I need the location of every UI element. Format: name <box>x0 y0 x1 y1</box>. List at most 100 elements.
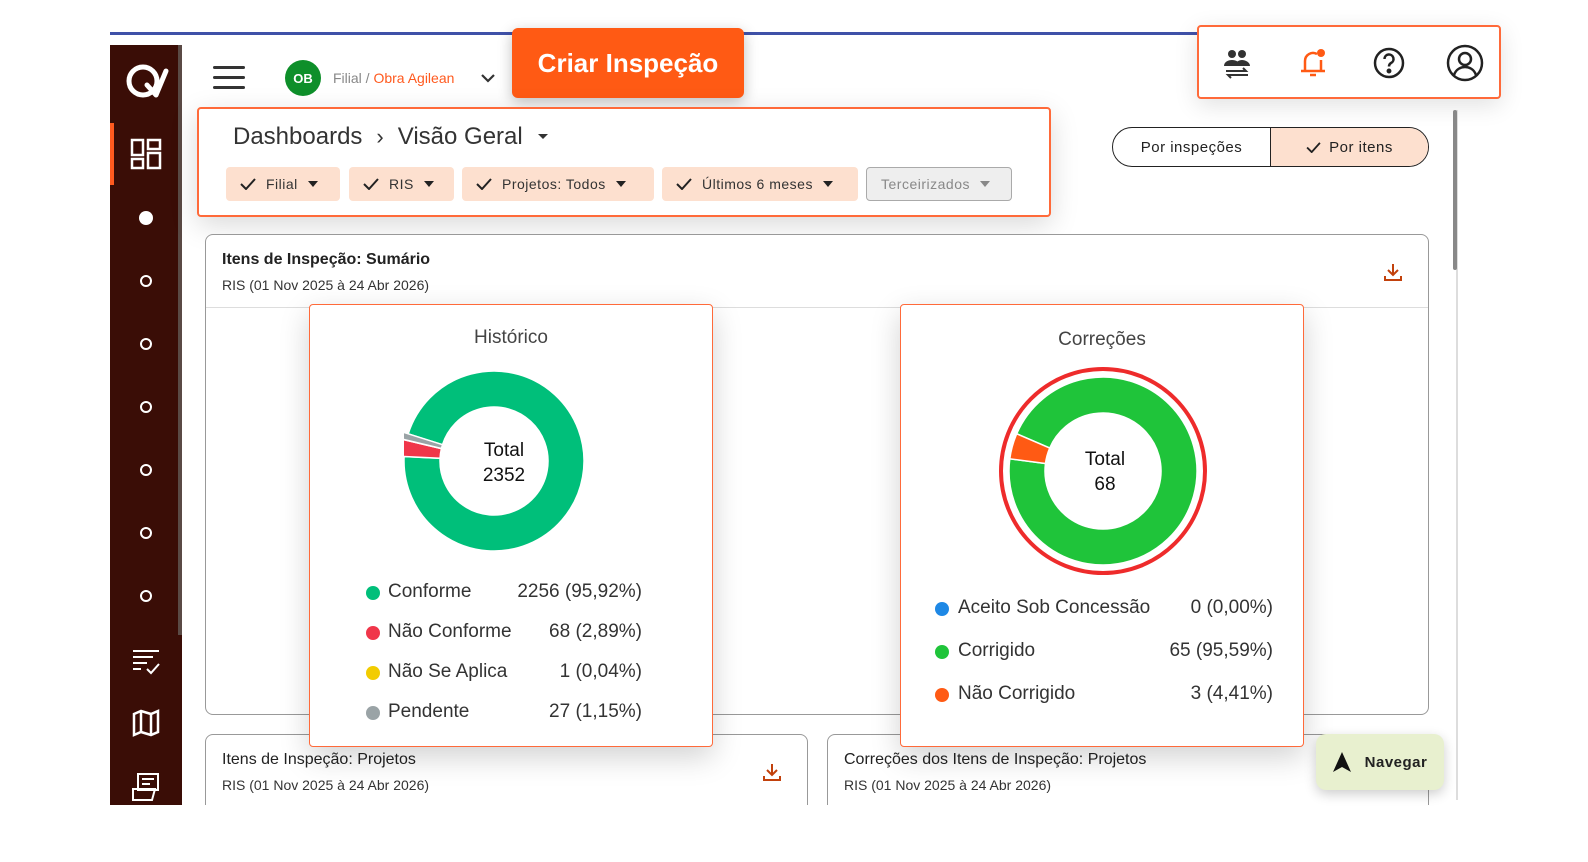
chevron-down-icon[interactable] <box>478 68 498 88</box>
panel-title: Itens de Inspeção: Projetos <box>222 751 416 768</box>
legend-label: Aceito Sob Concessão <box>958 597 1151 618</box>
total-value: 2352 <box>482 465 526 486</box>
panel-subtitle: RIS (01 Nov 2025 à 24 Abr 2026) <box>222 277 430 293</box>
navigate-button[interactable]: Navegar <box>1316 734 1444 790</box>
total-label: Total <box>483 440 525 461</box>
legend-swatch <box>935 602 949 616</box>
sidebar <box>110 45 182 805</box>
chevron-right-icon: › <box>376 124 384 149</box>
account-icon[interactable] <box>1445 43 1485 83</box>
legend-value: 0 (0,00%) <box>1190 597 1273 618</box>
filter-chip-projetos[interactable]: Projetos: Todos <box>462 167 654 201</box>
legend-swatch <box>935 645 949 659</box>
toggle-label: Por itens <box>1329 138 1393 156</box>
toggle-label: Por inspeções <box>1140 138 1243 156</box>
dashboard-filter-bar: Dashboards › Visão Geral Filial RIS Proj… <box>197 107 1051 217</box>
toggle-por-itens[interactable]: Por itens <box>1270 128 1428 166</box>
filter-chip-label: RIS <box>389 176 414 192</box>
legend-value: 68 (2,89%) <box>549 621 642 642</box>
check-icon <box>476 178 492 190</box>
navigate-label: Navegar <box>1364 753 1428 771</box>
breadcrumb-root[interactable]: Dashboards <box>233 123 362 151</box>
app-screen: OB Filial / Obra Agilean Criar Inspeção <box>0 0 1588 862</box>
obra-label: Obra Agilean <box>373 70 455 86</box>
panel-subtitle: RIS (01 Nov 2025 à 24 Abr 2026) <box>222 777 430 793</box>
dashboard-icon[interactable] <box>128 136 164 172</box>
toggle-por-inspecoes[interactable]: Por inspeções <box>1113 128 1270 166</box>
filter-chip-label: Terceirizados <box>881 176 970 192</box>
legend-label: Pendente <box>388 701 470 722</box>
caret-down-icon[interactable] <box>537 133 549 141</box>
sidebar-active-indicator <box>110 123 114 185</box>
legend-item[interactable]: Não Se Aplica 1 (0,04%) <box>310 658 712 688</box>
chart-title: Histórico <box>474 327 548 348</box>
download-icon[interactable] <box>1382 261 1404 283</box>
caret-down-icon <box>822 181 833 187</box>
content-scrollbar[interactable] <box>1453 110 1457 270</box>
legend-swatch <box>366 586 380 600</box>
project-avatar[interactable]: OB <box>285 60 321 96</box>
project-breadcrumb[interactable]: Filial / Obra Agilean <box>333 70 454 86</box>
sidebar-step-dot[interactable] <box>140 590 152 602</box>
sidebar-step-dot[interactable] <box>140 464 152 476</box>
map-icon[interactable] <box>128 705 164 741</box>
donut-center: Total 2352 <box>454 438 554 488</box>
help-icon[interactable] <box>1369 43 1409 83</box>
correcoes-card: Correções Total 68 Aceito Sob Concessão 0… <box>900 304 1304 747</box>
filter-chip-label: Últimos 6 meses <box>702 176 813 192</box>
panel-title: Correções dos Itens de Inspeção: Projeto… <box>844 751 1147 768</box>
menu-hamburger-icon[interactable] <box>213 66 245 90</box>
legend-item[interactable]: Aceito Sob Concessão 0 (0,00%) <box>901 594 1303 624</box>
sidebar-step-dot-active[interactable] <box>139 211 153 225</box>
legend-label: Não Se Aplica <box>388 661 508 682</box>
bell-alert-icon[interactable] <box>1293 43 1333 83</box>
total-label: Total <box>1084 449 1126 470</box>
legend-value: 1 (0,04%) <box>559 661 642 682</box>
check-icon <box>676 178 692 190</box>
legend-value: 27 (1,15%) <box>549 701 642 722</box>
bottom-fade <box>0 805 1588 862</box>
legend-label: Não Corrigido <box>958 683 1076 704</box>
sidebar-step-dot[interactable] <box>140 401 152 413</box>
legend-item[interactable]: Corrigido 65 (95,59%) <box>901 637 1303 667</box>
legend-item[interactable]: Não Conforme 68 (2,89%) <box>310 618 712 648</box>
filter-chip-ris[interactable]: RIS <box>349 167 454 201</box>
caret-down-icon <box>423 181 434 187</box>
donut-center: Total 68 <box>1055 447 1155 497</box>
download-icon[interactable] <box>761 761 783 783</box>
filter-chip-label: Filial <box>266 176 298 192</box>
sidebar-scrollbar[interactable] <box>178 45 182 635</box>
legend-item[interactable]: Não Corrigido 3 (4,41%) <box>901 680 1303 710</box>
filial-label: Filial / <box>333 70 370 86</box>
breadcrumb-current[interactable]: Visão Geral <box>398 123 523 151</box>
sidebar-step-dot[interactable] <box>140 338 152 350</box>
check-icon <box>240 178 256 190</box>
check-icon <box>1306 141 1321 153</box>
users-swap-icon[interactable] <box>1217 43 1257 83</box>
panel-subtitle: RIS (01 Nov 2025 à 24 Abr 2026) <box>844 777 1052 793</box>
legend-label: Conforme <box>388 581 472 602</box>
caret-down-icon <box>615 181 626 187</box>
chart-title: Correções <box>1058 329 1146 350</box>
filter-chip-periodo[interactable]: Últimos 6 meses <box>662 167 858 201</box>
legend-swatch <box>366 706 380 720</box>
legend-item[interactable]: Conforme 2256 (95,92%) <box>310 578 712 608</box>
legend-item[interactable]: Pendente 27 (1,15%) <box>310 698 712 728</box>
create-inspection-button[interactable]: Criar Inspeção <box>512 28 744 98</box>
checklist-icon[interactable] <box>128 643 164 679</box>
sidebar-step-dot[interactable] <box>140 527 152 539</box>
total-value: 68 <box>1094 474 1116 495</box>
view-mode-toggle: Por inspeções Por itens <box>1112 127 1429 167</box>
reports-icon[interactable] <box>128 769 164 805</box>
top-actions-group <box>1197 25 1501 99</box>
legend-value: 65 (95,59%) <box>1169 640 1273 661</box>
filter-chip-label: Projetos: Todos <box>502 176 606 192</box>
filter-chip-filial[interactable]: Filial <box>226 167 340 201</box>
breadcrumb: Dashboards › Visão Geral <box>233 123 549 151</box>
legend-label: Não Conforme <box>388 621 512 642</box>
filter-chip-terceirizados[interactable]: Terceirizados <box>866 167 1012 201</box>
app-logo-icon[interactable] <box>122 59 170 103</box>
sidebar-step-dot[interactable] <box>140 275 152 287</box>
legend-label: Corrigido <box>958 640 1036 661</box>
legend-value: 3 (4,41%) <box>1190 683 1273 704</box>
